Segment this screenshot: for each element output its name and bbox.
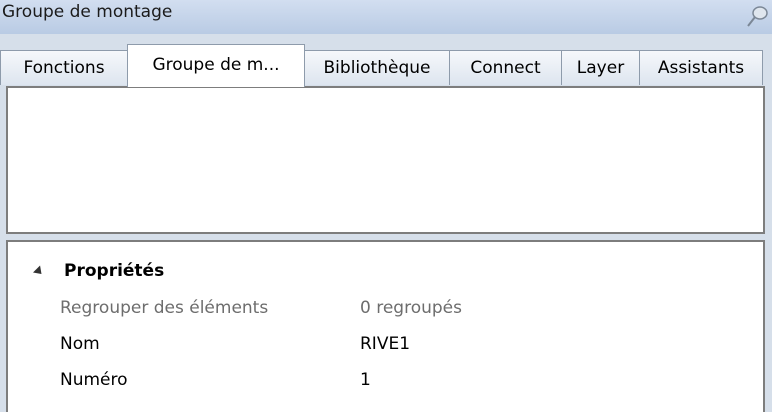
tab-assistants[interactable]: Assistants — [639, 50, 763, 85]
property-value[interactable]: RIVE1 — [360, 334, 410, 354]
panel-title: Groupe de montage — [2, 2, 173, 22]
property-row-regrouper[interactable]: Regrouper des éléments 0 regroupés — [60, 298, 750, 330]
property-name: Nom — [60, 334, 100, 354]
tab-connect[interactable]: Connect — [449, 50, 562, 85]
tab-bibliotheque[interactable]: Bibliothèque — [304, 50, 450, 85]
property-value: 0 regroupés — [360, 298, 462, 318]
panel-titlebar: Groupe de montage — [0, 0, 772, 34]
collapse-triangle-icon[interactable] — [32, 265, 46, 278]
properties-section-title[interactable]: Propriétés — [64, 261, 164, 281]
property-row-numero[interactable]: Numéro 1 — [60, 370, 750, 402]
tab-bar: Fonctions Groupe de m... Bibliothèque Co… — [0, 44, 772, 87]
properties-panel: Propriétés Regrouper des éléments 0 regr… — [6, 240, 765, 412]
tab-layer[interactable]: Layer — [561, 50, 640, 85]
tab-groupe-de-montage[interactable]: Groupe de m... — [127, 44, 305, 87]
property-name: Numéro — [60, 370, 128, 390]
assembly-group-list[interactable] — [6, 86, 765, 234]
property-row-nom[interactable]: Nom RIVE1 — [60, 334, 750, 366]
property-value[interactable]: 1 — [360, 370, 371, 390]
pin-icon[interactable] — [744, 3, 770, 29]
property-name: Regrouper des éléments — [60, 298, 269, 318]
tab-fonctions[interactable]: Fonctions — [0, 50, 128, 85]
